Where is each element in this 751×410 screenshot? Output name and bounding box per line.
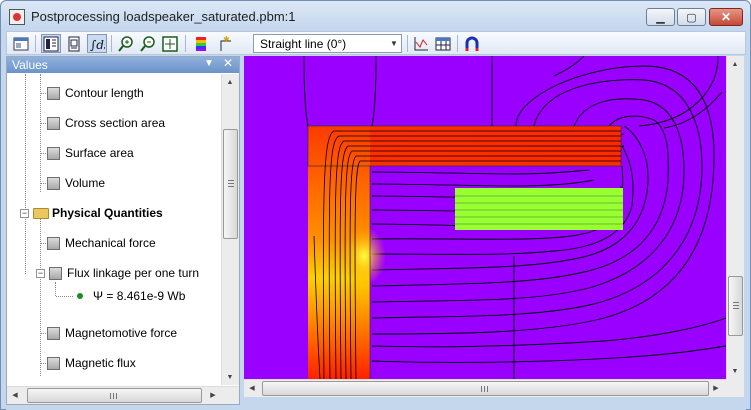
color-legend-icon[interactable] bbox=[191, 34, 211, 53]
scrollbar-thumb[interactable] bbox=[27, 388, 202, 403]
plot-vertical-scrollbar[interactable]: ▲ ▼ bbox=[726, 56, 744, 379]
svg-text:✱: ✱ bbox=[223, 36, 230, 44]
checkbox-icon[interactable] bbox=[47, 236, 60, 250]
checkbox-icon[interactable] bbox=[47, 176, 60, 190]
values-panel: Values ▼ ✕ Contour length Cross section … bbox=[6, 56, 240, 405]
values-panel-header: Values ▼ ✕ bbox=[7, 56, 239, 73]
window-title: Postprocessing loadspeaker_saturated.pbm… bbox=[31, 9, 296, 24]
values-horizontal-scrollbar[interactable]: ◀ ▶ bbox=[7, 386, 239, 404]
voice-coil bbox=[455, 188, 623, 230]
tree-item-label: Flux linkage per one turn bbox=[67, 266, 200, 280]
checkbox-icon[interactable] bbox=[47, 116, 60, 130]
magnet-icon[interactable] bbox=[462, 34, 482, 53]
scroll-up-icon[interactable]: ▲ bbox=[222, 74, 238, 90]
plot-horizontal-scrollbar[interactable]: ◀ ▶ bbox=[244, 379, 726, 397]
scroll-right-icon[interactable]: ▶ bbox=[708, 380, 724, 396]
maximize-button[interactable]: ▢ bbox=[677, 8, 706, 26]
title-bar[interactable]: Postprocessing loadspeaker_saturated.pbm… bbox=[1, 1, 750, 31]
x-y-plot-icon[interactable] bbox=[411, 34, 431, 53]
scroll-down-icon[interactable]: ▼ bbox=[222, 369, 238, 385]
value-bullet-icon bbox=[77, 293, 83, 299]
scroll-left-icon[interactable]: ◀ bbox=[7, 387, 23, 403]
close-button[interactable]: ✕ bbox=[709, 8, 743, 26]
tree-item-surface-area[interactable]: Surface area bbox=[47, 143, 134, 163]
values-tree: Contour length Cross section area Surfac… bbox=[7, 74, 221, 385]
tree-item-magnetomotive-force[interactable]: Magnetomotive force bbox=[47, 323, 177, 343]
checkbox-icon[interactable] bbox=[47, 86, 60, 100]
panel-menu-icon[interactable]: ▼ bbox=[204, 58, 214, 69]
tree-item-physical-quantities[interactable]: − Physical Quantities bbox=[20, 203, 163, 223]
scroll-right-icon[interactable]: ▶ bbox=[205, 387, 221, 403]
path-type-value: Straight line (0°) bbox=[260, 37, 347, 51]
window-bottom-border bbox=[6, 405, 746, 410]
tree-item-label: Mechanical force bbox=[65, 236, 156, 250]
zoom-in-icon[interactable] bbox=[116, 34, 136, 53]
scrollbar-corner bbox=[726, 379, 744, 397]
folder-open-icon bbox=[33, 207, 49, 219]
integral-icon[interactable]: ∫ds bbox=[87, 34, 107, 53]
field-map-icon[interactable] bbox=[41, 34, 61, 53]
svg-text:∫ds: ∫ds bbox=[90, 38, 105, 52]
minimize-button[interactable]: ▁ bbox=[646, 8, 675, 26]
field-plot-canvas[interactable] bbox=[244, 56, 726, 379]
values-vertical-scrollbar[interactable]: ▲ ▼ bbox=[221, 74, 239, 385]
new-contour-icon[interactable]: ✱ bbox=[215, 34, 235, 53]
panel-close-icon[interactable]: ✕ bbox=[223, 56, 233, 70]
chevron-down-icon[interactable]: ▼ bbox=[387, 35, 401, 52]
checkbox-icon[interactable] bbox=[47, 326, 60, 340]
tree-item-mechanical-force[interactable]: Mechanical force bbox=[47, 233, 156, 253]
tree-item-label: Magnetomotive force bbox=[65, 326, 178, 340]
window-icon[interactable] bbox=[11, 34, 31, 53]
tree-item-cross-section-area[interactable]: Cross section area bbox=[47, 113, 165, 133]
tree-item-flux-linkage[interactable]: − Flux linkage per one turn bbox=[36, 263, 199, 283]
app-icon[interactable] bbox=[9, 9, 25, 25]
checkbox-icon[interactable] bbox=[47, 356, 60, 370]
checkbox-icon[interactable] bbox=[47, 146, 60, 160]
zoom-fit-icon[interactable] bbox=[160, 34, 180, 53]
path-type-select[interactable]: Straight line (0°) ▼ bbox=[253, 34, 402, 53]
scrollbar-thumb[interactable] bbox=[223, 129, 238, 239]
field-plot bbox=[303, 56, 726, 379]
checkbox-icon[interactable] bbox=[49, 266, 62, 280]
local-values-icon[interactable] bbox=[64, 34, 84, 53]
tree-item-contour-length[interactable]: Contour length bbox=[47, 83, 144, 103]
tree-item-label: Cross section area bbox=[65, 116, 166, 130]
table-icon[interactable] bbox=[433, 34, 453, 53]
tree-item-label: Magnetic flux bbox=[65, 356, 136, 370]
scroll-down-icon[interactable]: ▼ bbox=[727, 363, 743, 379]
tree-item-label: Physical Quantities bbox=[52, 206, 163, 220]
scroll-up-icon[interactable]: ▲ bbox=[727, 56, 743, 72]
zoom-out-icon[interactable] bbox=[138, 34, 158, 53]
toolbar: ∫ds ✱ Straight line (0°) ▼ bbox=[6, 31, 746, 55]
tree-item-volume[interactable]: Volume bbox=[47, 173, 105, 193]
values-panel-title: Values bbox=[12, 58, 48, 72]
tree-item-label: Ψ = 8.461e-9 Wb bbox=[93, 289, 186, 303]
tree-item-label: Volume bbox=[65, 176, 106, 190]
scrollbar-thumb[interactable] bbox=[262, 381, 709, 396]
tree-item-label: Contour length bbox=[65, 86, 144, 100]
tree-item-label: Surface area bbox=[65, 146, 134, 160]
tree-item-flux-linkage-value[interactable]: Ψ = 8.461e-9 Wb bbox=[77, 286, 185, 306]
scrollbar-thumb[interactable] bbox=[728, 276, 743, 336]
collapse-icon[interactable]: − bbox=[20, 208, 29, 218]
tree-item-magnetic-flux[interactable]: Magnetic flux bbox=[47, 353, 136, 373]
app-window: Postprocessing loadspeaker_saturated.pbm… bbox=[0, 0, 751, 410]
collapse-icon[interactable]: − bbox=[36, 268, 45, 278]
scroll-left-icon[interactable]: ◀ bbox=[244, 380, 260, 396]
